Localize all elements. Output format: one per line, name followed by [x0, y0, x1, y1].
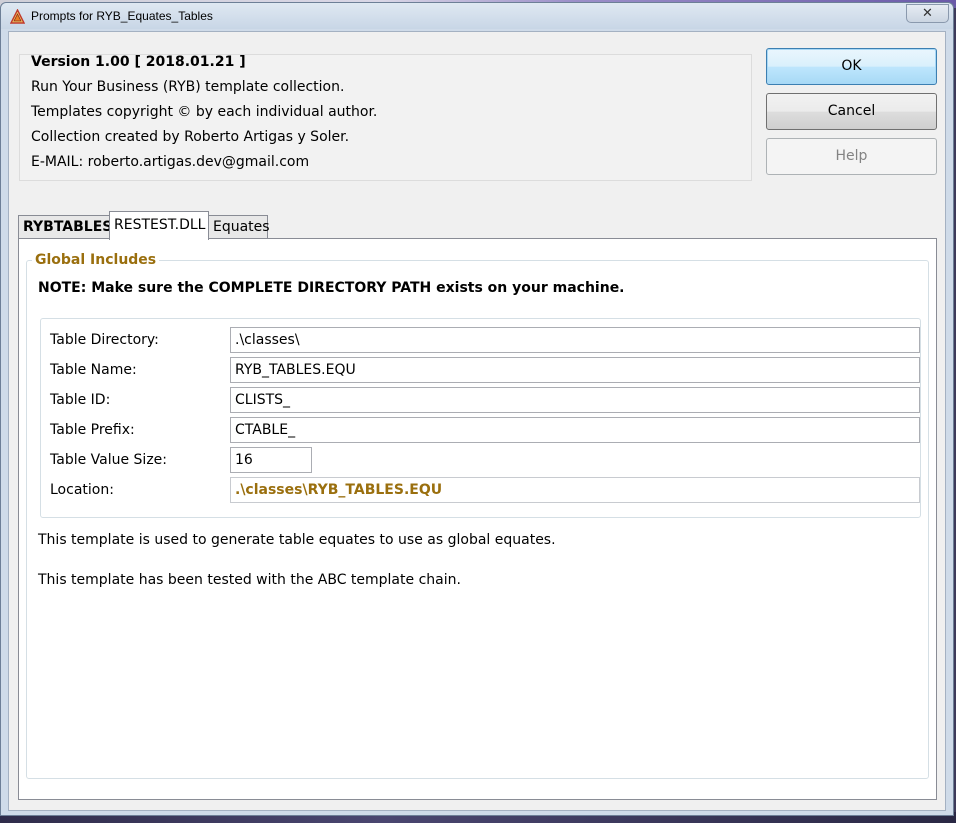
tab-rybtables[interactable]: RYBTABLES — [18, 215, 112, 239]
description-line-1: This template is used to generate table … — [38, 532, 556, 548]
tab-equates[interactable]: Equates — [208, 215, 270, 239]
version-label: Version 1.00 [ 2018.01.21 ] — [31, 54, 246, 70]
info-line-collection: Run Your Business (RYB) template collect… — [31, 79, 345, 95]
close-icon: ✕ — [922, 6, 933, 21]
info-line-copyright: Templates copyright © by each individual… — [31, 104, 378, 120]
tab-panel-restest-dll: Global Includes NOTE: Make sure the COMP… — [18, 238, 937, 800]
table-value-size-input[interactable]: 16 — [230, 447, 312, 473]
table-id-input[interactable]: CLISTS_ — [230, 387, 920, 413]
table-value-size-label: Table Value Size: — [50, 452, 168, 468]
global-includes-group: Global Includes NOTE: Make sure the COMP… — [26, 252, 929, 779]
help-button[interactable]: Help — [766, 138, 937, 175]
ok-button[interactable]: OK — [766, 48, 937, 85]
table-id-label: Table ID: — [50, 392, 111, 408]
clarion-triangle-icon — [10, 9, 25, 24]
location-display: .\classes\RYB_TABLES.EQU — [230, 477, 920, 503]
table-name-label: Table Name: — [50, 362, 137, 378]
info-line-author: Collection created by Roberto Artigas y … — [31, 129, 350, 145]
group-title: Global Includes — [32, 252, 160, 268]
tab-restest-dll[interactable]: RESTEST.DLL — [109, 211, 209, 240]
table-prefix-label: Table Prefix: — [50, 422, 135, 438]
directory-note: NOTE: Make sure the COMPLETE DIRECTORY P… — [38, 280, 625, 296]
table-prefix-input[interactable]: CTABLE_ — [230, 417, 920, 443]
dialog-client-area: Version 1.00 [ 2018.01.21 ] Run Your Bus… — [8, 31, 946, 811]
description-line-2: This template has been tested with the A… — [38, 572, 461, 588]
table-directory-label: Table Directory: — [50, 332, 159, 348]
location-label: Location: — [50, 482, 114, 498]
table-name-input[interactable]: RYB_TABLES.EQU — [230, 357, 920, 383]
title-bar[interactable]: Prompts for RYB_Equates_Tables ✕ — [1, 3, 953, 29]
info-line-email: E-MAIL: roberto.artigas.dev@gmail.com — [31, 154, 310, 170]
template-info-box: Version 1.00 [ 2018.01.21 ] Run Your Bus… — [19, 54, 752, 181]
prompts-dialog: Prompts for RYB_Equates_Tables ✕ Version… — [0, 2, 954, 816]
fields-panel: Table Directory: .\classes\ Table Name: … — [40, 318, 921, 518]
window-title: Prompts for RYB_Equates_Tables — [31, 9, 213, 23]
close-button[interactable]: ✕ — [906, 4, 949, 23]
cancel-button[interactable]: Cancel — [766, 93, 937, 130]
table-directory-input[interactable]: .\classes\ — [230, 327, 920, 353]
